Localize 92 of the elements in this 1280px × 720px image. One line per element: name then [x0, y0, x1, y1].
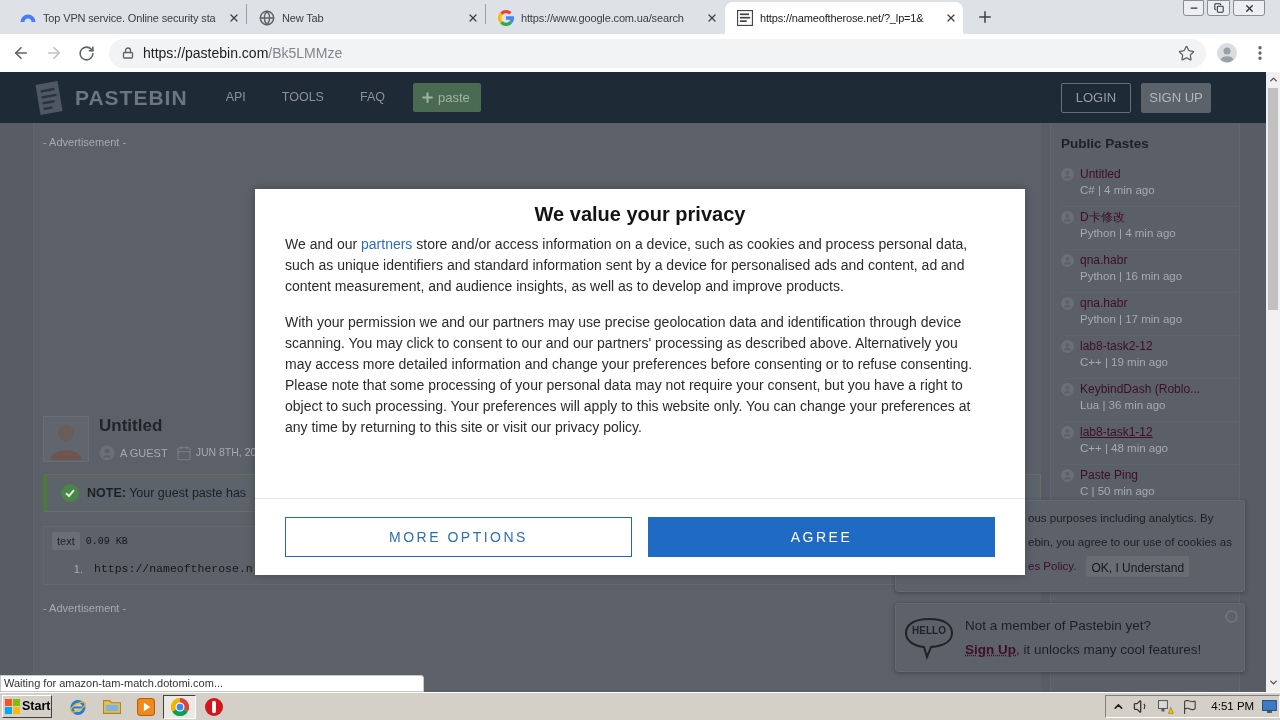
close-icon[interactable] — [228, 12, 240, 24]
nav-link[interactable]: API — [225, 88, 246, 107]
orbit-logo-icon — [68, 697, 87, 716]
sign-up-button[interactable]: SIGN UP — [1141, 82, 1211, 113]
consent-paragraph: We and our partners store and/or access information on a device, such as cookies and process personal data, such as unique identifiers and standard information sent by a device for personalised ads and content, ad and content measurement, and audience insights, as well as to develop and improve products. — [285, 235, 969, 296]
code-line: https://nameoftherose.n — [94, 561, 253, 578]
status-bubble: Waiting for amazon-tam-match.dotomi.com... — [0, 675, 424, 692]
paste-link[interactable]: qna.habr — [1080, 252, 1128, 268]
desktop-icon[interactable] — [1262, 699, 1277, 714]
nav-link[interactable]: TOOLS — [281, 88, 324, 107]
flag-icon[interactable] — [1181, 698, 1198, 715]
scroll-down-icon[interactable] — [1267, 677, 1279, 688]
back-icon[interactable] — [12, 44, 30, 62]
paste-link[interactable]: Untitled — [1080, 166, 1121, 182]
taskbar-app[interactable] — [163, 694, 196, 719]
scroll-up-icon[interactable] — [1267, 74, 1279, 85]
scrollbar[interactable] — [1266, 72, 1280, 692]
paste-size: 0.09 KB — [85, 534, 128, 549]
globe-icon — [259, 10, 275, 26]
scrollbar-thumb[interactable] — [1268, 88, 1278, 310]
browser-tab[interactable]: https://www.google.com.ua/search — [486, 2, 724, 34]
network-warning-icon[interactable] — [1157, 699, 1174, 714]
line-number: 1. — [72, 561, 84, 577]
bookmark-star-icon[interactable] — [1178, 44, 1195, 62]
advertisement-label: - Advertisement - — [43, 601, 127, 615]
browser-tab[interactable]: New Tab — [247, 2, 485, 34]
plus-icon — [419, 90, 435, 105]
site-logo-text[interactable]: PASTEBIN — [75, 81, 188, 114]
syntax-tag: text — [52, 532, 80, 550]
play-icon — [136, 697, 155, 716]
check-circle-icon — [61, 484, 79, 502]
paste-meta: Python | 4 min ago — [1080, 226, 1176, 241]
paste-meta: Lua | 36 min ago — [1080, 398, 1166, 413]
paste-meta: Python | 17 min ago — [1080, 312, 1183, 327]
address-field[interactable]: https://pastebin.com/Bk5LMMze — [109, 38, 1206, 68]
paste-meta: C++ | 19 min ago — [1080, 355, 1168, 370]
lock-icon — [122, 47, 134, 59]
close-icon[interactable] — [945, 12, 957, 24]
more-options-button[interactable]: MORE OPTIONS — [285, 517, 632, 557]
author-name: A GUEST — [120, 445, 168, 461]
nav-link[interactable]: FAQ — [359, 88, 385, 107]
paste-title: Untitled — [99, 416, 163, 436]
paste-link[interactable]: Paste Ping — [1080, 467, 1139, 483]
paste-meta: C | 50 min ago — [1080, 484, 1155, 499]
agree-button[interactable]: AGREE — [648, 517, 995, 557]
note-text: NOTE: Your guest paste has — [87, 484, 247, 502]
sign-up-link[interactable]: Sign Up — [965, 641, 1016, 657]
signup-question: Not a member of Pastebin yet? — [965, 616, 1152, 635]
arch-icon — [20, 14, 36, 22]
cookie-text: es Policy. — [1028, 559, 1077, 574]
start-button[interactable]: Start — [2, 695, 52, 718]
logo-icon — [35, 80, 63, 115]
ring-logo-icon — [204, 697, 223, 716]
browser-tab[interactable]: Top VPN service. Online security sta — [8, 2, 246, 34]
paste-link[interactable]: KeybindDash (Roblo... — [1080, 381, 1201, 397]
calendar-icon — [175, 445, 192, 461]
new-paste-button[interactable]: paste — [412, 83, 481, 112]
paste-meta: C# | 4 min ago — [1080, 183, 1155, 198]
consent-paragraph: With your permission we and our partners may use precise geolocation data and identification through device scanning. You may click to consent to our and our partners' processing as described above. Alternatively you may access more detailed information and change your preferences before consenting or to refuse consenting. Please note that some processing of your personal data may not require your consent, but you have a right to object to such processing. Your preferences will apply to this website only. You can change your preferences at any time by returning to this site or visit our privacy policy. — [285, 313, 974, 437]
restore-button[interactable] — [1207, 0, 1230, 16]
g-logo-icon — [498, 10, 514, 26]
paste-link[interactable]: lab8-task2-12 — [1080, 338, 1153, 354]
partners-link[interactable]: partners — [361, 236, 413, 252]
profile-avatar-icon[interactable] — [1217, 43, 1237, 63]
reload-icon[interactable] — [78, 44, 95, 62]
paste-link[interactable]: D卡修改 — [1080, 209, 1125, 225]
close-window-button[interactable] — [1233, 0, 1265, 16]
browser-tab[interactable]: https://nameoftherose.net/?_lp=1& — [725, 2, 963, 34]
paste-meta: C++ | 48 min ago — [1080, 441, 1168, 456]
folder-icon — [102, 699, 121, 714]
close-icon[interactable] — [467, 12, 479, 24]
paste-link[interactable]: qna.habr — [1080, 295, 1128, 311]
avatar-silhouette — [43, 416, 89, 462]
restore-icon — [1213, 3, 1224, 13]
understand-button[interactable]: OK, I Understand — [1086, 555, 1190, 577]
cookie-text: ebin, you agree to our use of cookies as — [1028, 535, 1232, 550]
dialog-title: We value your privacy — [534, 202, 746, 226]
paste-meta: Python | 16 min ago — [1080, 269, 1183, 284]
paste-link[interactable]: lab8-task1-12 — [1080, 424, 1153, 440]
round-logo-icon — [170, 697, 189, 716]
close-icon — [1243, 2, 1255, 14]
panel-heading: Public Pastes — [1061, 136, 1149, 152]
speech-bubble: HELLO — [904, 615, 954, 660]
advertisement-label: - Advertisement - — [43, 135, 127, 149]
clock-text: 4:51 PM — [1211, 698, 1255, 714]
close-icon[interactable] — [706, 12, 718, 24]
signup-text: Sign Up, it unlocks many cool features! — [965, 640, 1202, 659]
new-tab-icon[interactable] — [976, 8, 994, 26]
login-button[interactable]: LOGIN — [1061, 82, 1131, 113]
document-icon — [737, 10, 753, 26]
flag-logo-icon — [5, 699, 20, 714]
cookie-text: ous purposes including analytics. By — [1028, 511, 1214, 526]
